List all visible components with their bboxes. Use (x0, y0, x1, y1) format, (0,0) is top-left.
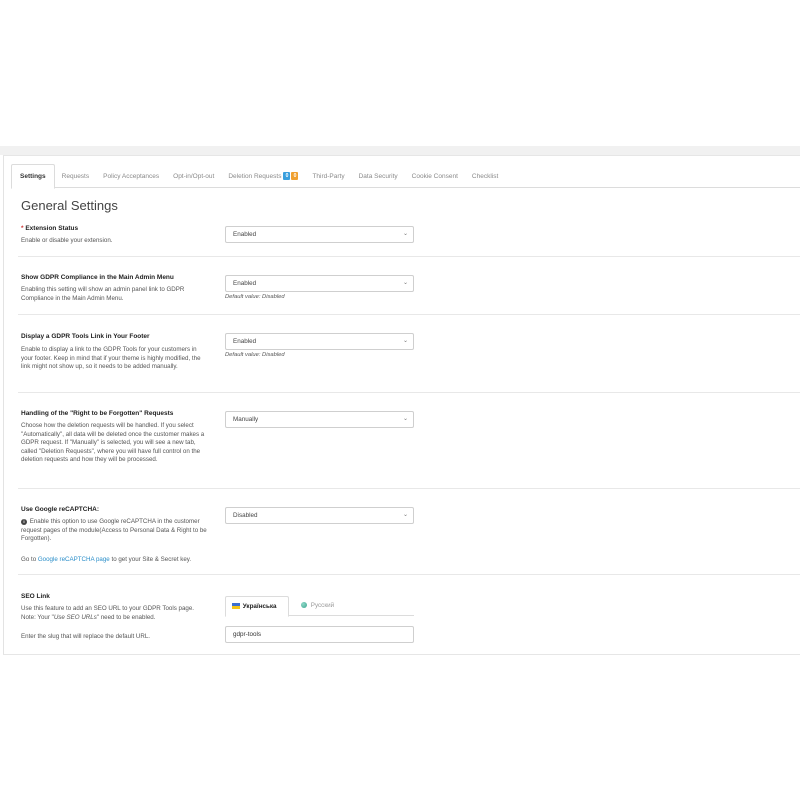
tab-opt-in-opt-out[interactable]: Opt-in/Opt-out (166, 164, 221, 188)
language-tabs: Українська Русский (225, 596, 414, 617)
lang-tab-ukrainian[interactable]: Українська (225, 596, 289, 617)
admin-menu-default: Default value: Disabled (225, 294, 285, 300)
tab-checklist[interactable]: Checklist (465, 164, 505, 188)
extension-status-help: Enable or disable your extension. (21, 237, 113, 244)
footer-link-default: Default value: Disabled (225, 352, 285, 358)
footer-link-help: Enable to display a link to the GDPR Too… (21, 346, 201, 371)
seo-link-help-suffix: " need to be enabled. (96, 613, 156, 621)
recaptcha-page-link[interactable]: Google reCAPTCHA page (38, 556, 110, 563)
recaptcha-help: i Enable this option to use Google reCAP… (21, 518, 207, 544)
recaptcha-goto: Go to Google reCAPTCHA page to get your … (21, 556, 207, 565)
deletion-count-badge: 0 (283, 172, 291, 180)
right-forgotten-value: Manually (233, 416, 259, 423)
info-icon: i (21, 519, 27, 525)
recaptcha-label: Use Google reCAPTCHA: (21, 506, 100, 513)
top-band (0, 146, 800, 155)
recaptcha-goto-prefix: Go to (21, 556, 38, 563)
flag-ukraine-icon (232, 603, 240, 609)
right-forgotten-help: Choose how the deletion requests will be… (21, 422, 205, 464)
extension-status-label-text: Extension Status (25, 225, 79, 232)
tab-cookie-consent[interactable]: Cookie Consent (405, 164, 465, 188)
chevron-down-icon: ⌄ (402, 416, 408, 422)
admin-menu-select[interactable]: Enabled ⌄ (225, 275, 414, 292)
recaptcha-select[interactable]: Disabled ⌄ (225, 507, 414, 524)
seo-link-help: Use this feature to add an SEO URL to yo… (21, 605, 207, 622)
recaptcha-value: Disabled (233, 512, 258, 519)
flag-russia-icon (301, 602, 307, 608)
tab-requests[interactable]: Requests (55, 164, 96, 188)
seo-slug-input[interactable]: gdpr-tools (225, 626, 414, 643)
admin-menu-help: Enabling this setting will show an admin… (21, 286, 185, 302)
tab-policy-acceptances[interactable]: Policy Acceptances (96, 164, 166, 188)
chevron-down-icon: ⌄ (402, 512, 408, 518)
footer-link-value: Enabled (233, 338, 257, 345)
tab-data-security[interactable]: Data Security (352, 164, 405, 188)
deletion-pending-badge: 0 (291, 172, 299, 180)
settings-panel: Settings Requests Policy Acceptances Opt… (3, 155, 800, 655)
seo-link-label: SEO Link (21, 593, 50, 600)
extension-status-value: Enabled (233, 231, 257, 238)
tab-bar: Settings Requests Policy Acceptances Opt… (11, 164, 800, 189)
lang-tab-russian[interactable]: Русский (295, 596, 340, 617)
page-title: General Settings (21, 198, 118, 213)
footer-link-label: Display a GDPR Tools Link in Your Footer (21, 333, 150, 340)
recaptcha-help-text: Enable this option to use Google reCAPTC… (21, 518, 207, 543)
footer-link-select[interactable]: Enabled ⌄ (225, 333, 414, 350)
recaptcha-goto-suffix: to get your Site & Secret key. (109, 556, 192, 563)
chevron-down-icon: ⌄ (402, 280, 408, 286)
seo-link-help2: Enter the slug that will replace the def… (21, 633, 150, 640)
admin-menu-label: Show GDPR Compliance in the Main Admin M… (21, 274, 174, 281)
lang-tab-russian-label: Русский (310, 602, 335, 609)
extension-status-select[interactable]: Enabled ⌄ (225, 226, 414, 243)
tab-deletion-requests[interactable]: Deletion Requests 0 0 (221, 164, 305, 188)
lang-tab-ukrainian-label: Українська (242, 603, 277, 610)
seo-link-help-em: Use SEO URLs (53, 613, 97, 621)
chevron-down-icon: ⌄ (402, 231, 408, 237)
chevron-down-icon: ⌄ (402, 338, 408, 344)
right-forgotten-label: Handling of the "Right to be Forgotten" … (21, 410, 174, 417)
tab-third-party[interactable]: Third-Party (305, 164, 351, 188)
admin-menu-value: Enabled (233, 280, 257, 287)
tab-deletion-requests-label: Deletion Requests (228, 172, 282, 180)
right-forgotten-select[interactable]: Manually ⌄ (225, 411, 414, 428)
extension-status-label: * Extension Status (21, 225, 78, 232)
tab-settings[interactable]: Settings (11, 164, 55, 189)
required-mark: * (21, 225, 24, 232)
